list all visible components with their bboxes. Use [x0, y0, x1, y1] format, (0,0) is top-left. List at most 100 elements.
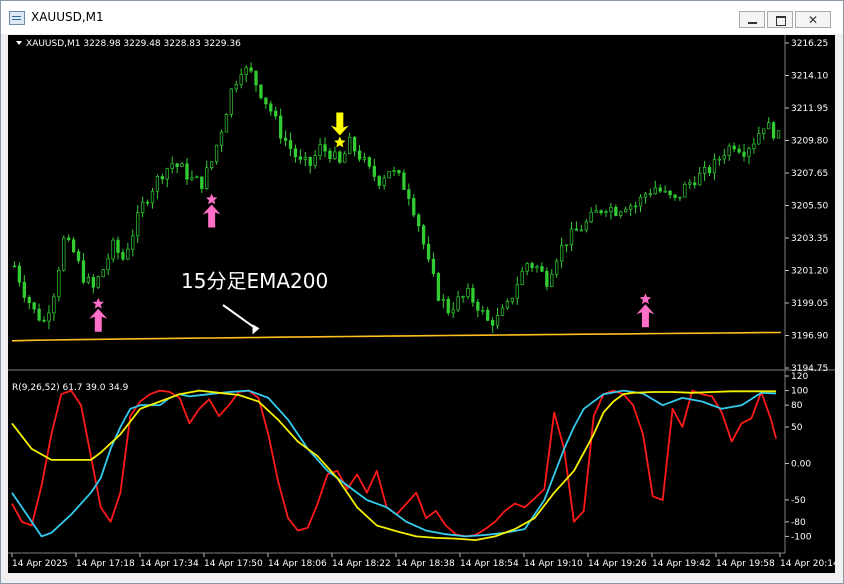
- close-button[interactable]: ✕: [795, 11, 831, 28]
- time-axis-label: 14 Apr 19:26: [588, 559, 647, 569]
- candle-body: [771, 122, 776, 139]
- candle-body: [471, 288, 475, 303]
- candle-body: [402, 172, 406, 190]
- candle-body: [254, 70, 258, 86]
- rci-axis-label: 50: [791, 423, 803, 433]
- time-axis-label: 14 Apr 17:34: [140, 559, 199, 569]
- candle-body: [535, 266, 539, 269]
- time-axis-label: 14 Apr 19:58: [716, 559, 775, 569]
- candle-body: [387, 171, 391, 179]
- candle-body: [707, 167, 712, 174]
- candle-body: [505, 301, 510, 309]
- candle-body: [121, 252, 125, 260]
- candle-body: [352, 136, 357, 152]
- candle-body: [214, 144, 219, 163]
- candle-body: [62, 237, 66, 271]
- candle-body: [698, 172, 702, 186]
- candle-body: [757, 133, 761, 145]
- candle-body: [32, 302, 36, 310]
- candle-body: [165, 168, 169, 180]
- candle-body: [747, 148, 751, 157]
- candle-body: [633, 205, 638, 208]
- candle-body: [668, 190, 672, 196]
- candle-body: [446, 298, 450, 314]
- candle-body: [614, 206, 618, 216]
- candle-body: [717, 158, 722, 161]
- candle-body: [490, 320, 495, 326]
- candle-body: [382, 177, 386, 186]
- candle-body: [116, 239, 120, 253]
- candle-body: [27, 297, 31, 304]
- price-axis-label: 3203.35: [791, 234, 828, 244]
- candle-body: [742, 151, 746, 157]
- candle-body: [417, 214, 421, 227]
- candle-body: [481, 309, 485, 312]
- candle-body: [67, 237, 71, 241]
- candle-body: [42, 319, 46, 322]
- candle-body: [338, 151, 342, 163]
- chart-background: [8, 35, 835, 573]
- time-axis-label: 14 Apr 17:50: [204, 559, 263, 569]
- rci-axis-label: 0.00: [791, 460, 811, 470]
- candle-body: [209, 161, 214, 169]
- candle-body: [357, 150, 362, 160]
- candle-body: [540, 266, 544, 272]
- time-axis-label: 14 Apr 2025: [12, 559, 68, 569]
- candle-body: [318, 144, 322, 156]
- candle-body: [234, 84, 238, 90]
- candle-body: [619, 211, 623, 216]
- candle-body: [397, 170, 401, 174]
- maximize-button[interactable]: [767, 11, 793, 28]
- candle-body: [224, 114, 229, 133]
- price-axis-label: 3216.25: [791, 39, 828, 49]
- candle-body: [52, 296, 56, 314]
- candle-body: [328, 150, 332, 160]
- candle-body: [663, 190, 667, 193]
- candle-body: [244, 67, 248, 75]
- candle-body: [407, 189, 411, 199]
- minimize-button[interactable]: [739, 11, 765, 28]
- title-bar[interactable]: XAUUSD,M1 ✕: [1, 1, 843, 34]
- candle-body: [658, 187, 662, 192]
- chart-window-icon: [9, 11, 25, 25]
- candle-body: [140, 201, 145, 214]
- time-axis-label: 14 Apr 19:10: [524, 559, 583, 569]
- time-axis-label: 14 Apr 19:42: [652, 559, 711, 569]
- candle-body: [136, 212, 140, 237]
- candle-body: [131, 235, 135, 250]
- candle-body: [111, 239, 115, 260]
- rci-axis-label: -100: [791, 532, 812, 542]
- candle-body: [762, 128, 766, 134]
- candle-body: [372, 165, 376, 177]
- candle-body: [441, 298, 445, 301]
- price-axis-label: 3205.50: [791, 202, 828, 212]
- candle-body: [57, 269, 61, 298]
- candle-body: [219, 131, 224, 146]
- candle-body: [712, 158, 717, 174]
- candle-body: [239, 74, 243, 85]
- candle-body: [170, 163, 174, 169]
- candle-body: [727, 145, 731, 156]
- candle-body: [17, 265, 22, 283]
- candle-body: [160, 176, 164, 180]
- candle-body: [752, 143, 756, 149]
- candle-body: [486, 309, 490, 321]
- candle-body: [673, 194, 677, 198]
- candle-body: [678, 196, 682, 199]
- candle-body: [545, 270, 549, 287]
- candle-body: [550, 273, 554, 287]
- time-axis-label: 14 Apr 18:38: [396, 559, 455, 569]
- chart-area[interactable]: XAUUSD,M1 3228.98 3229.48 3228.83 3229.3…: [8, 35, 835, 573]
- candle-body: [515, 284, 519, 299]
- candle-body: [624, 208, 628, 213]
- candle-body: [589, 211, 593, 223]
- candle-body: [362, 157, 367, 160]
- candle-body: [303, 156, 307, 160]
- candle-body: [205, 167, 209, 189]
- candle-body: [569, 228, 574, 246]
- candle-body: [638, 196, 643, 207]
- price-axis-label: 3211.95: [791, 104, 828, 114]
- candle-body: [180, 163, 184, 167]
- price-axis-label: 3209.80: [791, 137, 828, 147]
- candle-body: [269, 103, 273, 112]
